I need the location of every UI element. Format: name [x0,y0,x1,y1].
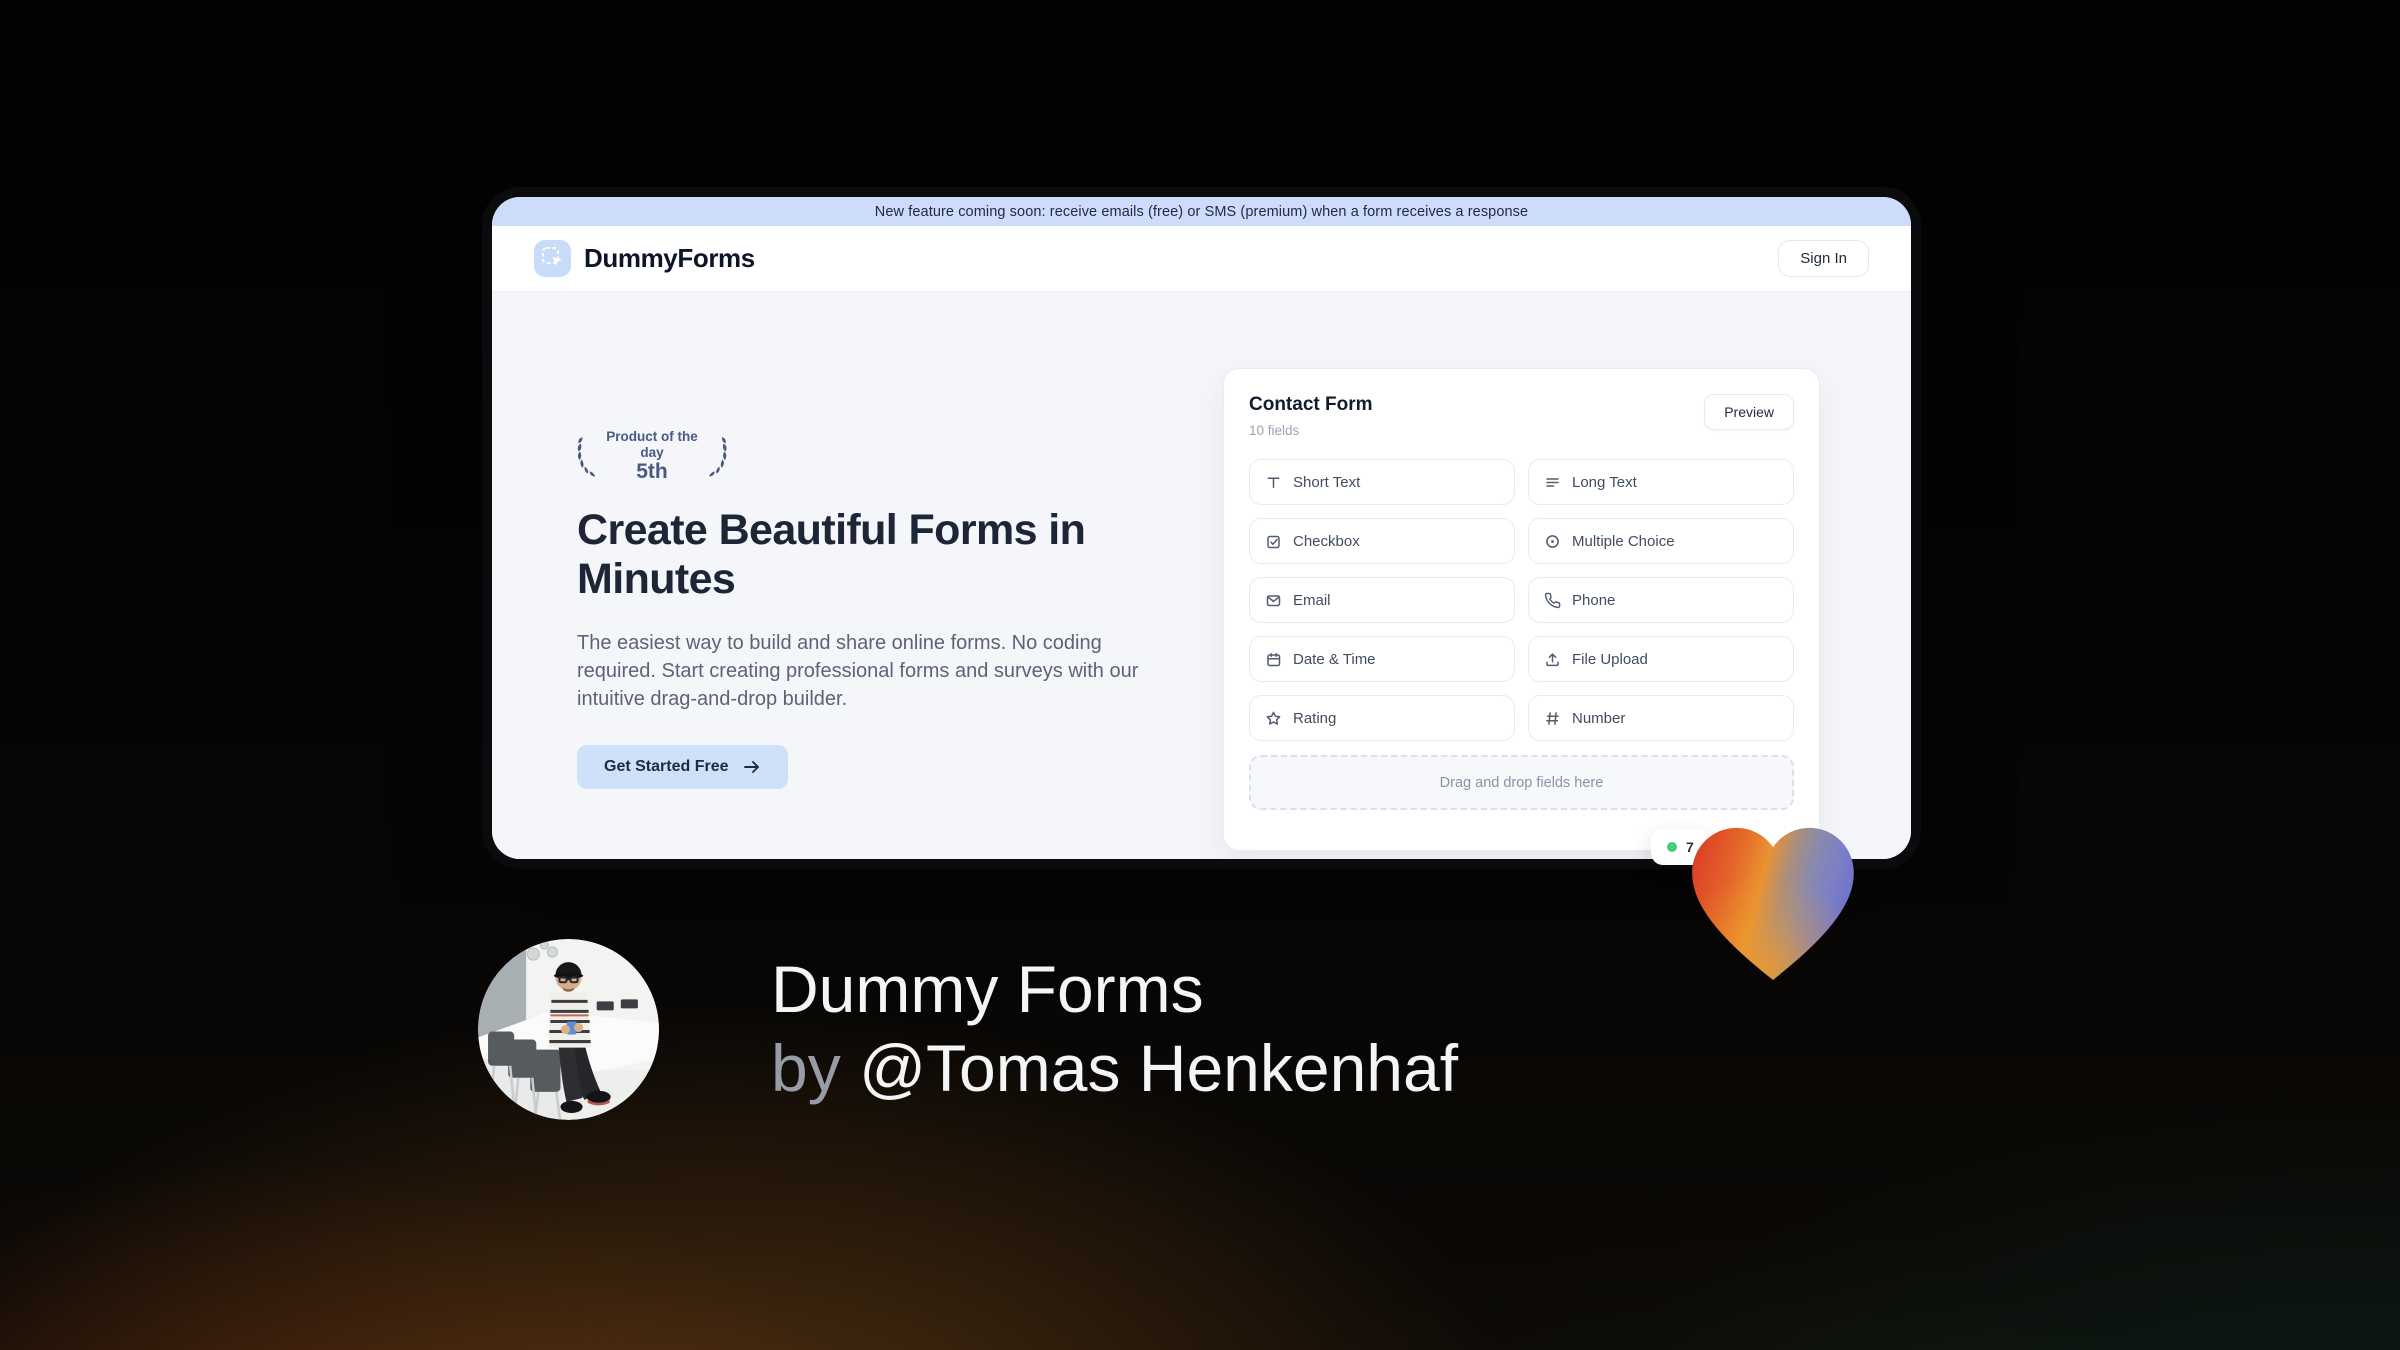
caption-by: by [771,1031,841,1105]
paragraph-lines-icon [1546,477,1559,487]
product-of-the-day-badge: Product of the day 5th [577,429,727,484]
award-top-label: Product of the day [606,429,698,460]
dropzone-text: Drag and drop fields here [1439,774,1604,791]
dropzone[interactable]: Drag and drop fields here [1249,755,1794,810]
caption-author: @Tomas Henkenhaf [859,1031,1459,1105]
form-title: Contact Form [1249,394,1373,415]
radio-circle-icon [1546,534,1559,548]
field-label: Rating [1293,709,1337,727]
caption: Dummy Forms by @Tomas Henkenhaf [771,950,1458,1108]
card-header: Contact Form 10 fields Preview [1249,394,1794,438]
field-count: 10 fields [1249,423,1300,438]
envelope-icon [1266,594,1281,606]
field-grid: Short Text Long Text Checkbox Multiple C… [1249,459,1794,741]
laurel-left-icon [577,436,596,477]
card-titles: Contact Form 10 fields [1249,394,1373,438]
field-label: Long Text [1572,473,1637,491]
field-label: File Upload [1572,650,1648,668]
field-file-upload[interactable]: File Upload [1528,636,1794,682]
preview-button[interactable]: Preview [1704,394,1794,430]
field-label: Multiple Choice [1572,532,1675,550]
promo-stage: New feature coming soon: receive emails … [0,0,2400,1350]
dashed-select-cursor-icon [542,247,562,266]
field-label: Date & Time [1293,650,1376,668]
announcement-banner: New feature coming soon: receive emails … [492,197,1911,226]
field-label: Short Text [1293,473,1361,491]
star-icon [1266,711,1281,725]
award-rank-label: 5th [636,460,668,484]
field-label: Checkbox [1293,532,1360,550]
phone-icon [1544,592,1561,608]
app-window: New feature coming soon: receive emails … [492,197,1911,859]
app-body: Product of the day 5th Create Beautiful … [492,292,1911,859]
field-label: Number [1572,709,1626,727]
award-text: Product of the day 5th [605,429,698,484]
app-logo[interactable] [534,240,571,277]
get-started-label: Get Started Free [604,758,729,776]
avatar-photo-icon [478,939,659,1120]
hero-description: The easiest way to build and share onlin… [577,632,1139,711]
calendar-icon [1267,652,1281,666]
avatar [478,939,659,1120]
field-rating[interactable]: Rating [1249,695,1515,741]
field-long-text[interactable]: Long Text [1528,459,1794,505]
field-multiple-choice[interactable]: Multiple Choice [1528,518,1794,564]
field-label: Email [1293,591,1331,609]
sign-in-button[interactable]: Sign In [1778,240,1869,277]
app-header: DummyForms Sign In [492,226,1911,292]
caption-title: Dummy Forms [771,952,1204,1026]
get-started-button[interactable]: Get Started Free [577,745,789,790]
laurel-right-icon [708,436,727,477]
upload-icon [1546,652,1559,666]
brand-title: DummyForms [584,243,755,273]
checkbox-icon [1267,535,1280,548]
field-short-text[interactable]: Short Text [1249,459,1515,505]
arrow-right-icon [744,761,760,774]
hash-icon [1546,711,1559,725]
hero-section: Product of the day 5th Create Beautiful … [577,429,1157,790]
caption-author-line: by @Tomas Henkenhaf [771,1029,1458,1108]
field-number[interactable]: Number [1528,695,1794,741]
field-phone[interactable]: Phone [1528,577,1794,623]
field-email[interactable]: Email [1249,577,1515,623]
gradient-heart-icon [1692,827,1854,980]
field-label: Phone [1572,591,1616,609]
hero-title: Create Beautiful Forms in Minutes [577,506,1086,604]
text-icon [1267,477,1280,488]
field-checkbox[interactable]: Checkbox [1249,518,1515,564]
field-date-time[interactable]: Date & Time [1249,636,1515,682]
form-builder-card: Contact Form 10 fields Preview Short Tex… [1223,368,1820,851]
announcement-text: New feature coming soon: receive emails … [874,203,1529,220]
